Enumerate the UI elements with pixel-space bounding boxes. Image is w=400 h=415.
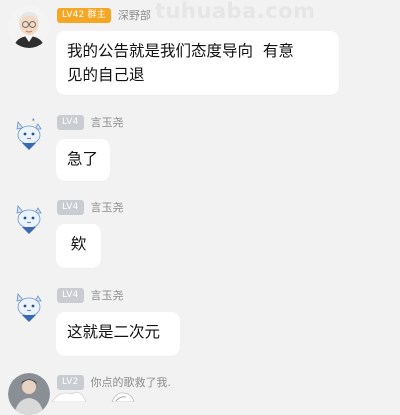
watermark: tuhuaba.com [155, 0, 316, 23]
message-bubble[interactable]: 欸 [56, 224, 101, 268]
sender-nickname[interactable]: 深野部 [118, 7, 151, 23]
message-bubble[interactable]: 急了 [56, 139, 110, 181]
message-meta: LV4 言玉尧 [57, 199, 124, 215]
sticker-preview-icon [51, 391, 135, 402]
sender-nickname[interactable]: 言玉尧 [91, 287, 124, 303]
message-bubble[interactable]: 这就是二次元 [56, 312, 180, 356]
message-meta: LV4 言玉尧 [57, 114, 124, 130]
photo-avatar-icon[interactable] [8, 373, 50, 415]
level-badge: LV42 群主 [57, 7, 111, 23]
level-badge: LV4 [57, 199, 84, 215]
anime-cat-avatar-icon[interactable] [8, 284, 50, 326]
svg-text:ᴥ: ᴥ [32, 118, 35, 123]
anime-cat-avatar-icon[interactable] [8, 196, 50, 238]
old-man-avatar-icon[interactable] [8, 6, 50, 48]
level-badge: LV4 [57, 287, 84, 303]
anime-cat-avatar-icon[interactable]: ᴥ [8, 112, 50, 154]
sender-nickname[interactable]: 言玉尧 [91, 199, 124, 215]
sender-nickname[interactable]: 言玉尧 [91, 114, 124, 130]
message-meta: LV4 言玉尧 [57, 287, 124, 303]
message-meta: LV42 群主 深野部 [57, 7, 151, 23]
level-badge: LV4 [57, 114, 84, 130]
message-bubble[interactable]: 我的公告就是我们态度导向 有意 见的自己退 [56, 31, 339, 95]
chat-message-list: tuhuaba.com LV42 群主 深野部 我的公告就是我们态度导向 有意 … [0, 0, 400, 415]
